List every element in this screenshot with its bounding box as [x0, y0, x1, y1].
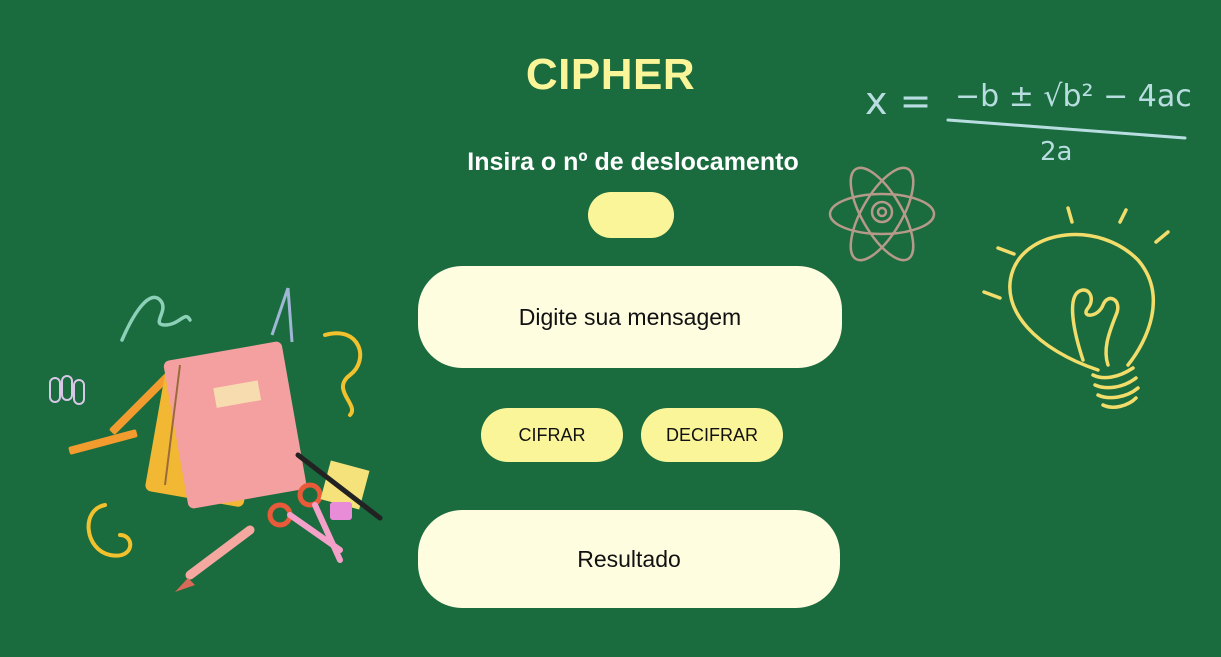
school-supplies-illustration [49, 287, 383, 592]
result-text: Resultado [577, 545, 681, 572]
formula-decoration: x = −b ± √b² − 4ac 2a [865, 79, 1192, 167]
formula-left: x = [865, 79, 931, 123]
atom-icon [828, 166, 936, 262]
shift-label: Insira o nº de deslocamento [467, 148, 799, 176]
decrypt-button[interactable]: DECIFRAR [641, 408, 783, 462]
message-input[interactable] [418, 266, 842, 368]
formula-numerator: −b ± √b² − 4ac [955, 79, 1192, 114]
result-output: Resultado [418, 510, 840, 608]
encrypt-button[interactable]: CIFRAR [481, 408, 623, 462]
shift-input[interactable] [588, 192, 674, 238]
lightbulb-icon [982, 206, 1170, 409]
formula-denominator: 2a [1040, 137, 1072, 167]
